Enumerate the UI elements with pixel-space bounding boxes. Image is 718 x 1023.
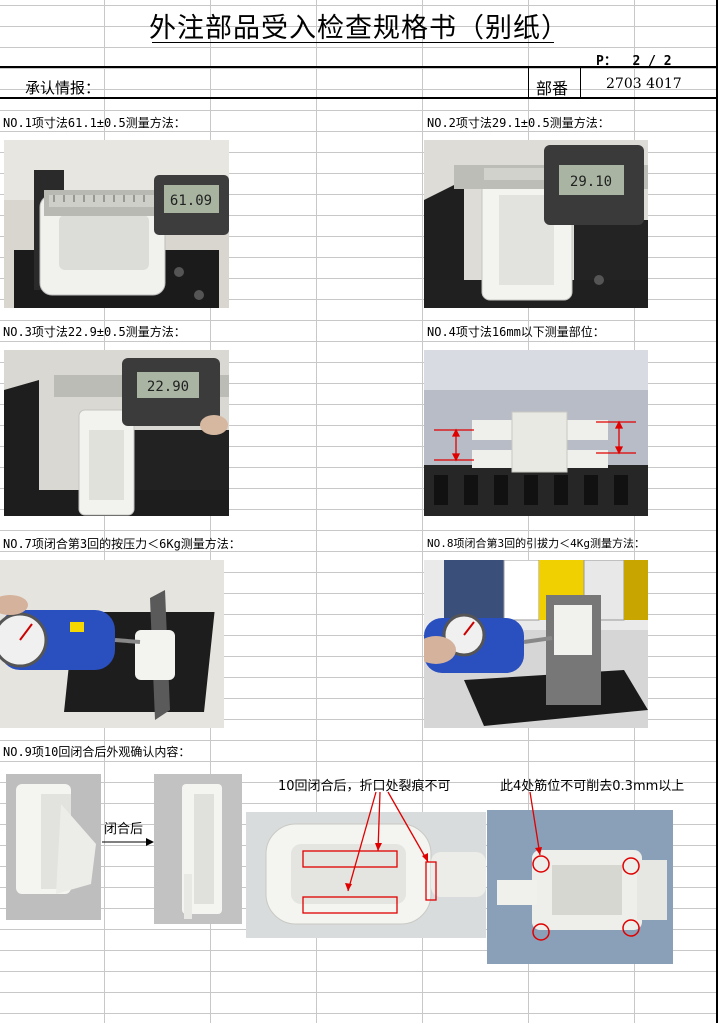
caliper1-readout: 61.09 — [170, 193, 212, 209]
part-number-label: 部番 — [536, 79, 569, 98]
page-title: 外注部品受入检查规格书（别纸） — [149, 13, 569, 44]
crack-note: 10回闭合后，折口处裂痕不可 — [278, 779, 451, 794]
part-number-value: 2703 4017 — [606, 76, 682, 92]
caption-no1: NO.1项寸法61.1±0.5测量方法： — [3, 116, 186, 130]
caliper2-readout: 29.10 — [570, 174, 612, 190]
caption-no7: NO.7项闭合第3回的按压力＜6Kg测量方法： — [3, 537, 241, 551]
after-close-label: 闭合后 — [104, 822, 144, 837]
page-number: P： 2 / 2 — [596, 54, 672, 69]
title-underline — [152, 42, 554, 43]
photo-no9-rib-check — [487, 810, 673, 964]
header-rule-bottom — [0, 97, 718, 99]
photo-no1-caliper: 61.09 — [4, 140, 229, 308]
caption-no8: NO.8项闭合第3回的引拔力＜4Kg测量方法： — [427, 537, 645, 550]
caliper3-readout: 22.90 — [147, 379, 189, 395]
approval-info-label: 承认情报： — [25, 79, 101, 97]
caption-no2: NO.2项寸法29.1±0.5测量方法： — [427, 116, 610, 130]
caption-no4: NO.4项寸法16mm以下测量部位： — [427, 325, 605, 339]
photo-no4-measure-position — [424, 350, 648, 516]
caption-no9: NO.9项10回闭合后外观确认内容： — [3, 745, 191, 759]
rib-note: 此4处筋位不可削去0.3mm以上 — [500, 779, 685, 794]
photo-no9-before — [6, 774, 101, 920]
part-cell-border-mid — [580, 68, 581, 98]
photo-no9-after — [154, 774, 242, 924]
after-close-arrow-icon — [102, 838, 154, 846]
caption-no3: NO.3项寸法22.9±0.5测量方法： — [3, 325, 186, 339]
photo-no8-pull-force — [424, 560, 648, 728]
photo-no2-caliper: 29.10 — [424, 140, 648, 308]
part-cell-border-left — [528, 68, 529, 98]
photo-no7-push-force — [0, 560, 224, 728]
photo-no9-crack-check — [246, 812, 486, 938]
photo-no3-caliper: 22.90 — [4, 350, 229, 516]
